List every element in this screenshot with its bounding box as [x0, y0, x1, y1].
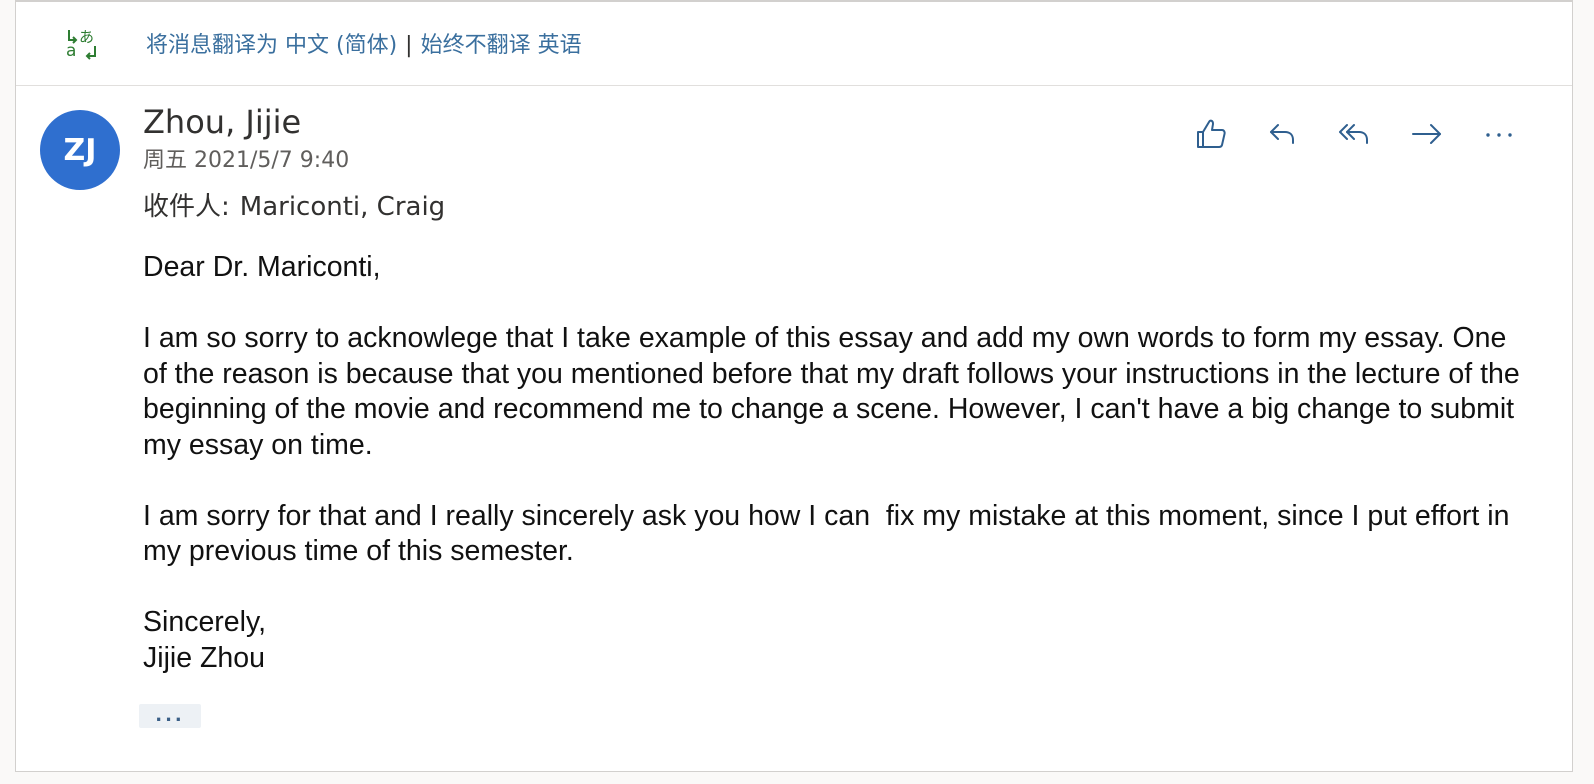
- sent-date: 周五 2021/5/7 9:40: [143, 148, 350, 173]
- more-icon: [1481, 116, 1517, 156]
- more-actions-button[interactable]: [1476, 114, 1522, 158]
- message-body: Dear Dr. Mariconti, I am so sorry to ack…: [143, 250, 1523, 676]
- message-actions: [1188, 114, 1522, 158]
- sender-avatar[interactable]: ZJ: [40, 110, 120, 190]
- reply-icon: [1265, 116, 1301, 156]
- svg-text:a: a: [66, 41, 76, 60]
- body-signature: Sincerely, Jijie Zhou: [143, 606, 267, 674]
- forward-icon: [1409, 116, 1445, 156]
- reply-all-icon: [1337, 116, 1373, 156]
- reply-button[interactable]: [1260, 114, 1306, 158]
- translation-bar: a あ 将消息翻译为 中文 (简体) | 始终不翻译 英语: [16, 2, 1572, 86]
- recipient-name[interactable]: Mariconti, Craig: [240, 192, 445, 222]
- recipients-line: 收件人: Mariconti, Craig: [143, 190, 445, 224]
- thumbs-up-icon: [1193, 116, 1229, 156]
- translate-icon: a あ: [65, 26, 99, 61]
- forward-button[interactable]: [1404, 114, 1450, 158]
- reply-all-button[interactable]: [1332, 114, 1378, 158]
- svg-text:あ: あ: [79, 28, 94, 46]
- like-button[interactable]: [1188, 114, 1234, 158]
- translation-separator: |: [405, 33, 413, 58]
- message-card: a あ 将消息翻译为 中文 (简体) | 始终不翻译 英语 ZJ Zhou, Jij…: [15, 0, 1573, 772]
- body-paragraph: I am so sorry to acknowlege that I take …: [143, 322, 1528, 461]
- show-quoted-text-button[interactable]: ...: [139, 704, 201, 728]
- body-greeting: Dear Dr. Mariconti,: [143, 251, 381, 283]
- translate-message-link[interactable]: 将消息翻译为 中文 (简体): [146, 33, 397, 58]
- translation-links: 将消息翻译为 中文 (简体) | 始终不翻译 英语: [146, 32, 582, 60]
- body-paragraph: I am sorry for that and I really sincere…: [143, 499, 1518, 568]
- to-label: 收件人:: [143, 192, 230, 222]
- sender-name[interactable]: Zhou, Jijie: [143, 102, 301, 142]
- never-translate-link[interactable]: 始终不翻译 英语: [421, 33, 582, 58]
